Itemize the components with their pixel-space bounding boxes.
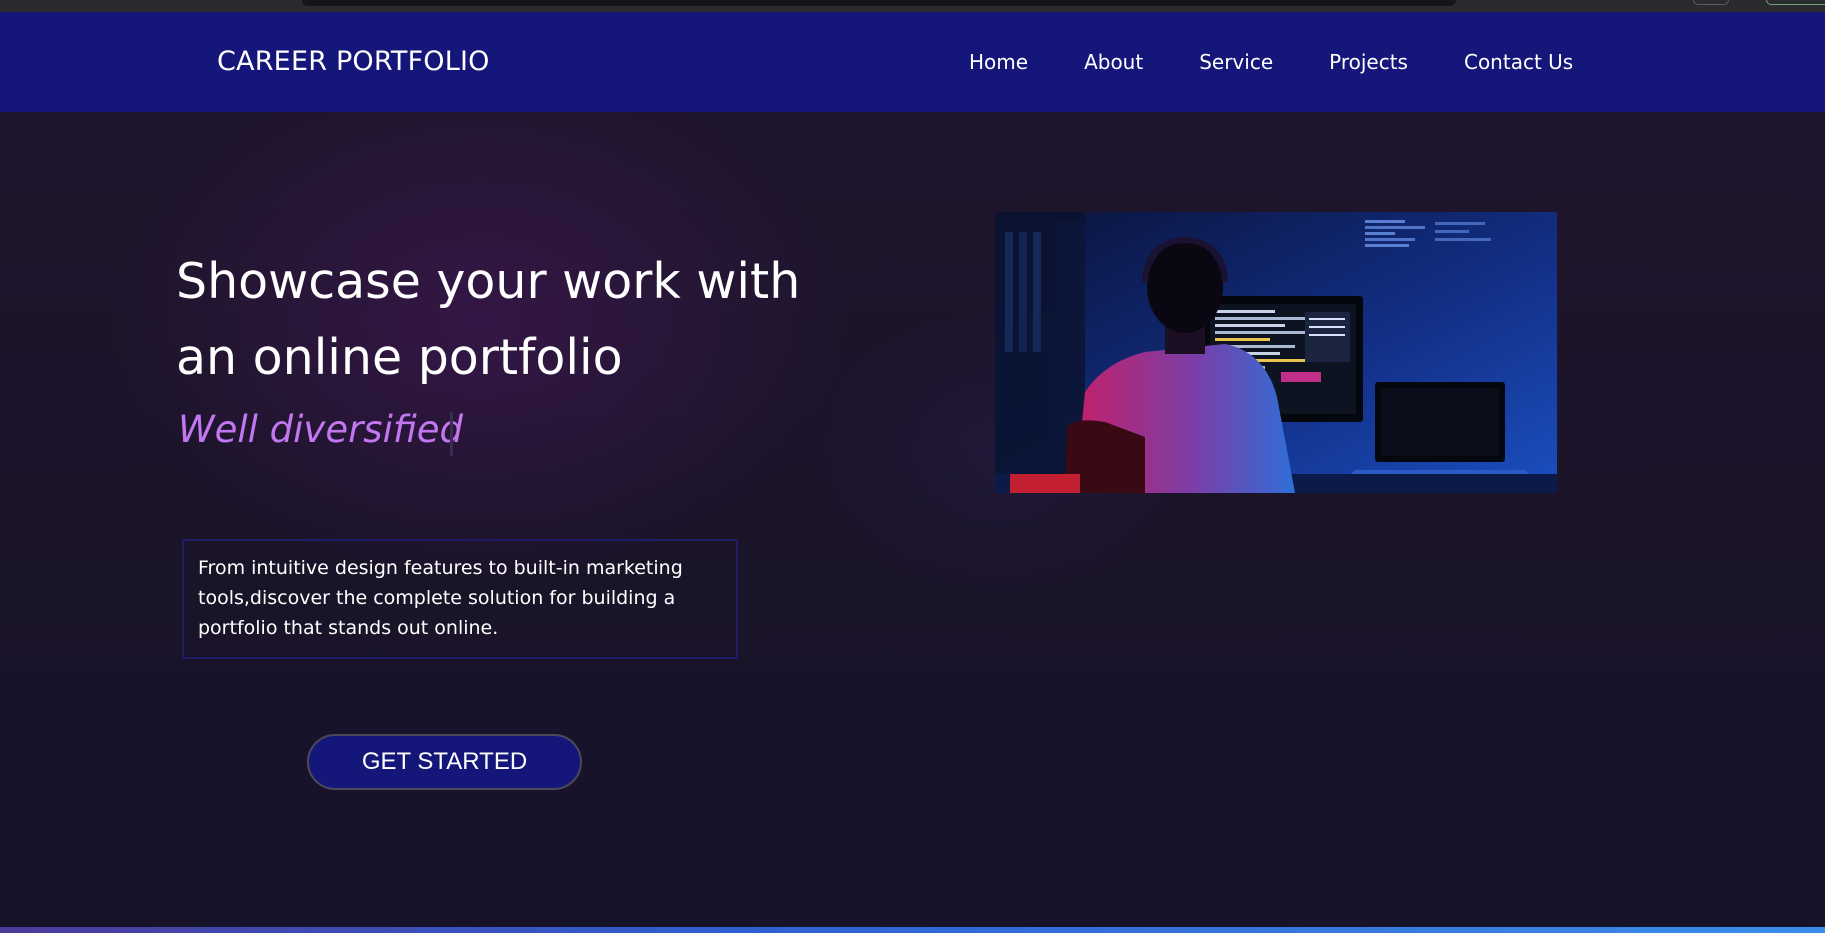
browser-control-button[interactable] [1766, 0, 1825, 5]
hero-description: From intuitive design features to built-… [182, 539, 738, 659]
navbar: CAREER PORTFOLIO Home About Service Proj… [0, 12, 1825, 112]
nav-item-home[interactable]: Home [969, 50, 1028, 74]
nav-item-service[interactable]: Service [1199, 50, 1273, 74]
get-started-button[interactable]: GET STARTED [307, 734, 582, 790]
nav-item-about[interactable]: About [1084, 50, 1143, 74]
bottom-accent-line [0, 927, 1825, 933]
hero-headline: Showcase your work with an online portfo… [176, 253, 801, 386]
developer-at-desk-illustration [995, 212, 1557, 493]
browser-chrome-strip [0, 0, 1825, 12]
hero-image [995, 212, 1557, 493]
typing-cursor [450, 412, 453, 456]
hero-tagline: Well diversified [178, 408, 464, 451]
hero-section: Showcase your work with an online portfo… [0, 112, 1825, 927]
browser-control-button[interactable] [1693, 0, 1729, 5]
nav-item-projects[interactable]: Projects [1329, 50, 1408, 74]
brand-logo-text[interactable]: CAREER PORTFOLIO [217, 46, 490, 77]
nav-item-contact-us[interactable]: Contact Us [1464, 50, 1573, 74]
browser-tab-bar [302, 0, 1456, 6]
nav-menu: Home About Service Projects Contact Us [969, 50, 1573, 74]
